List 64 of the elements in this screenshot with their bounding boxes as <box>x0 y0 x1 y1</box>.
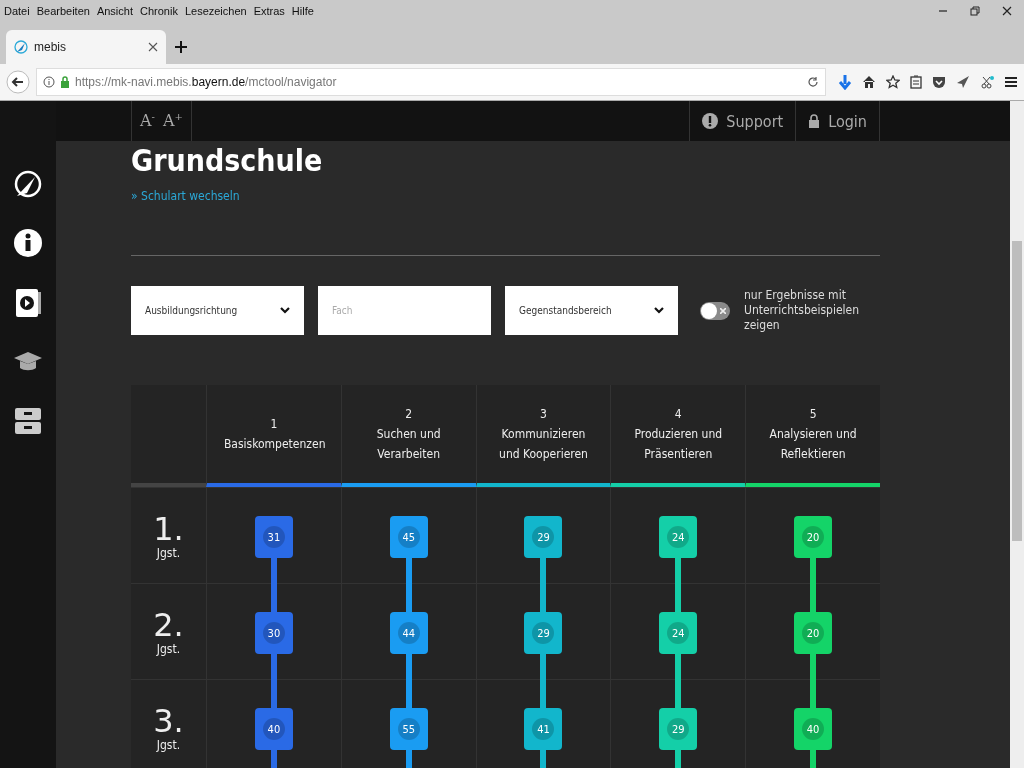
clipboard-icon[interactable] <box>910 75 922 89</box>
chevron-down-icon <box>280 306 290 315</box>
lock-icon <box>808 114 821 128</box>
reload-icon[interactable] <box>807 76 819 88</box>
count-badge[interactable]: 40 <box>254 708 293 750</box>
grade-number: 3. <box>153 703 184 738</box>
exclamation-icon <box>702 113 719 129</box>
menu-item[interactable]: Hilfe <box>291 5 314 17</box>
close-icon[interactable] <box>1002 6 1012 16</box>
grade-label: Jgst. <box>156 545 181 560</box>
count-badge[interactable]: 30 <box>254 612 293 654</box>
grade-number: 2. <box>153 607 184 642</box>
count-badge[interactable]: 45 <box>389 516 428 558</box>
browser-tab[interactable]: mebis <box>6 30 166 64</box>
scissors-icon[interactable] <box>980 75 994 89</box>
column-header[interactable]: 5 Analysieren und Reflektieren <box>745 385 880 487</box>
archive-icon[interactable] <box>13 405 43 437</box>
count-badge[interactable]: 44 <box>389 612 428 654</box>
pocket-icon[interactable] <box>932 75 946 89</box>
home-icon[interactable] <box>862 75 876 89</box>
toggle-label: nur Ergebnisse mit Unterrichtsbeispielen zeigen <box>744 288 861 333</box>
increase-font-button[interactable]: A$^{+}$ <box>162 111 183 131</box>
dropdown[interactable]: Ausbildungsrichtung <box>131 286 304 335</box>
back-icon[interactable] <box>6 70 30 94</box>
chevron-down-icon <box>654 306 664 315</box>
change-school-type-link[interactable]: » Schulart wechseln <box>131 189 240 203</box>
toggle-switch[interactable] <box>700 301 730 320</box>
decrease-font-button[interactable]: A$^{-}$ <box>140 111 155 131</box>
lock-icon <box>60 76 70 88</box>
video-icon[interactable] <box>13 287 43 319</box>
plus-icon[interactable] <box>174 40 188 54</box>
scrollbar[interactable] <box>1010 101 1024 768</box>
download-icon[interactable] <box>838 74 852 90</box>
grade-label: Jgst. <box>156 737 181 752</box>
grade-label: Jgst. <box>156 641 181 656</box>
count-badge[interactable]: 31 <box>254 516 293 558</box>
column-header[interactable]: 4 Produzieren und Präsentieren <box>610 385 746 487</box>
close-icon[interactable] <box>148 42 158 52</box>
dropdown[interactable]: Gegenstandsbereich <box>505 286 678 335</box>
column-header[interactable]: 3 Kommunizieren und Kooperieren <box>475 385 611 487</box>
grade-number: 1. <box>153 511 184 546</box>
x-icon <box>720 307 726 314</box>
count-badge[interactable]: 29 <box>524 516 563 558</box>
count-badge[interactable]: 55 <box>389 708 428 750</box>
star-icon[interactable] <box>886 75 900 89</box>
subject-field[interactable]: Fach <box>318 286 491 335</box>
menu-item[interactable]: Ansicht <box>96 5 133 17</box>
address-field[interactable]: https://mk-navi.mebis.bayern.de/mctool/navigator <box>36 68 826 96</box>
count-badge[interactable]: 41 <box>524 708 563 750</box>
menu-item[interactable]: Lesezeichen <box>184 5 247 17</box>
page-heading: Grundschule <box>131 143 324 179</box>
column-header[interactable]: 2 Suchen und Verarbeiten <box>340 385 476 487</box>
login-link[interactable]: Login <box>795 101 880 141</box>
menu-icon[interactable] <box>1004 75 1018 89</box>
send-icon[interactable] <box>956 75 970 89</box>
menu-item[interactable]: Bearbeiten <box>36 5 90 17</box>
restore-icon[interactable] <box>970 6 980 16</box>
column-header[interactable]: 1 Basiskompetenzen <box>206 385 341 487</box>
menu-item[interactable]: Extras <box>253 5 285 17</box>
menu-item[interactable]: Datei <box>4 5 30 17</box>
info-icon[interactable] <box>13 228 43 260</box>
count-badge[interactable]: 29 <box>524 612 563 654</box>
support-link[interactable]: Support <box>689 101 796 141</box>
menu-item[interactable]: Chronik <box>140 5 178 17</box>
